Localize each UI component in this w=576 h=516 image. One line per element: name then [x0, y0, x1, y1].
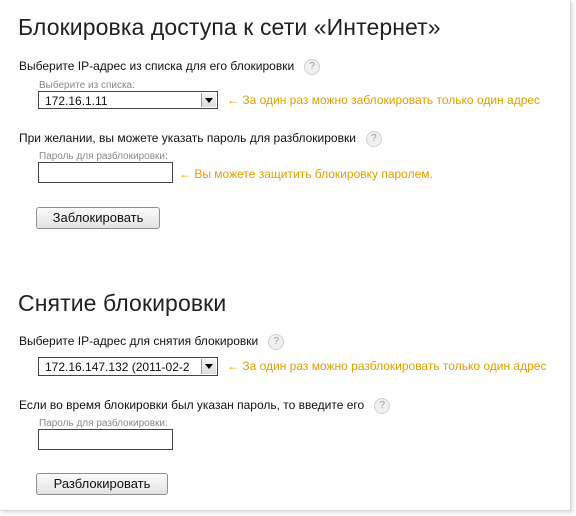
block-password-label-text: При желании, вы можете указать пароль дл… [19, 131, 356, 146]
unblock-ip-selected-value: 172.16.147.132 (2011-02-2 [45, 360, 190, 374]
help-icon[interactable]: ? [268, 334, 285, 350]
unblock-password-sublabel: Пароль для разблокировки: [39, 418, 168, 429]
block-ip-label: Выберите IP-адрес из списка для его блок… [19, 59, 321, 75]
unblock-ip-label-text: Выберите IP-адрес для снятия блокировки [19, 334, 259, 349]
block-section-title: Блокировка доступа к сети «Интернет» [18, 14, 441, 40]
block-password-note: ← Вы можете защитить блокировку паролем. [179, 167, 433, 181]
block-password-sublabel: Пароль для разблокировки: [39, 151, 168, 162]
unblock-ip-select[interactable]: 172.16.147.132 (2011-02-2 [38, 357, 218, 376]
unblock-button[interactable]: Разблокировать [36, 473, 168, 495]
chevron-down-icon[interactable] [201, 93, 216, 107]
block-ip-note: ← За один раз можно заблокировать только… [227, 93, 541, 107]
help-icon[interactable]: ? [304, 59, 321, 75]
help-icon[interactable]: ? [365, 131, 382, 147]
unblock-password-input[interactable] [38, 429, 173, 450]
unblock-password-label-text: Если во время блокировки был указан паро… [19, 398, 365, 413]
block-ip-select[interactable]: 172.16.1.11 [38, 91, 218, 109]
unblock-ip-note: ← За один раз можно разблокировать тольк… [227, 359, 547, 373]
block-password-input[interactable] [38, 162, 173, 183]
help-icon[interactable]: ? [374, 398, 391, 414]
block-ip-sublabel: Выберите из списка: [39, 80, 135, 91]
block-ip-label-text: Выберите IP-адрес из списка для его блок… [19, 59, 295, 74]
unblock-ip-label: Выберите IP-адрес для снятия блокировки? [19, 334, 285, 350]
unblock-password-label: Если во время блокировки был указан паро… [19, 398, 391, 414]
chevron-down-icon[interactable] [201, 359, 216, 374]
block-ip-selected-value: 172.16.1.11 [45, 94, 108, 108]
block-button[interactable]: Заблокировать [36, 207, 160, 229]
unblock-section-title: Снятие блокировки [18, 290, 227, 316]
block-password-label: При желании, вы можете указать пароль дл… [19, 131, 382, 147]
